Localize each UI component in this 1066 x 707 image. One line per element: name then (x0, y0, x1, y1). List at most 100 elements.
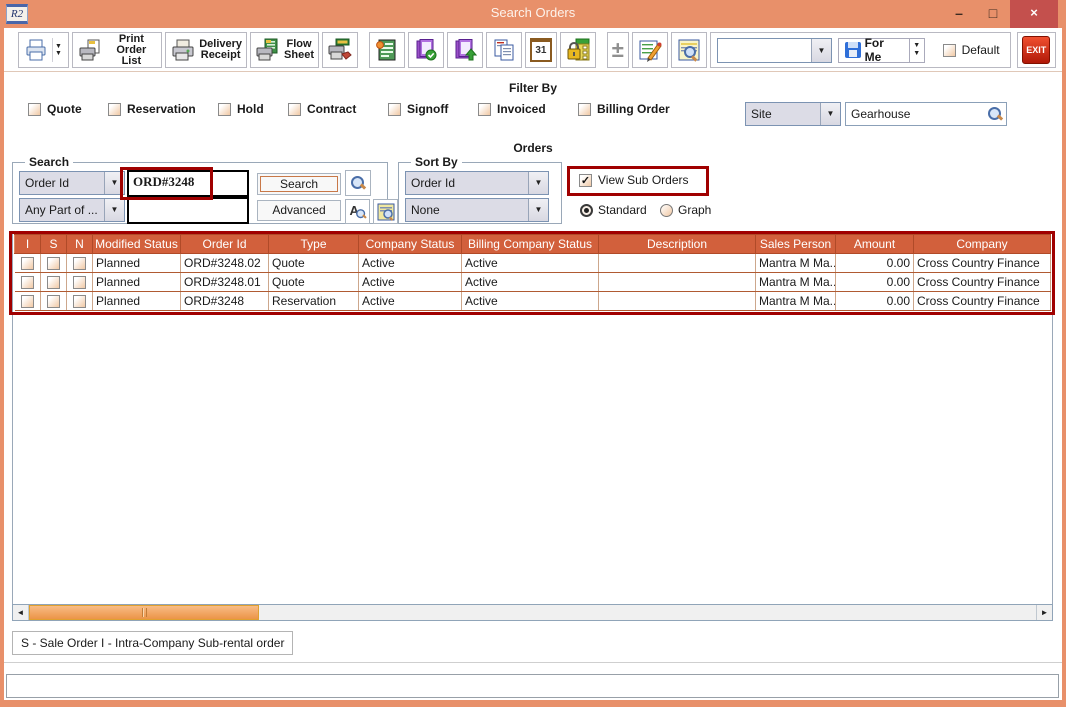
security-button[interactable] (560, 32, 596, 68)
flow-sheet-button[interactable]: FlowSheet (250, 32, 319, 68)
row2-s-cell[interactable] (41, 273, 67, 292)
col-n[interactable]: N (67, 235, 93, 254)
search-field1-combo-arrow-icon[interactable]: ▼ (104, 172, 124, 194)
copy-order-button[interactable] (486, 32, 522, 68)
sort-combo-2-arrow-icon[interactable]: ▼ (528, 199, 548, 221)
row1-n-cell[interactable] (67, 254, 93, 273)
delivery-receipt-button[interactable]: DeliveryReceipt (165, 32, 247, 68)
filter-reservation[interactable]: Reservation (108, 102, 196, 116)
site-combo[interactable]: Site ▼ (745, 102, 841, 126)
search-button[interactable]: Search (257, 173, 341, 195)
graph-radio[interactable] (660, 204, 673, 217)
site-search-field[interactable]: Gearhouse (845, 102, 1007, 126)
standard-radio-item[interactable]: Standard (580, 203, 647, 217)
site-combo-arrow-icon[interactable]: ▼ (820, 103, 840, 125)
row3-i-cell[interactable] (15, 292, 41, 311)
search-magnifier-button[interactable] (345, 170, 371, 196)
close-button[interactable]: × (1010, 0, 1058, 28)
col-company[interactable]: Company (914, 235, 1051, 254)
row3-n-cell[interactable] (67, 292, 93, 311)
scroll-left-arrow-icon[interactable]: ◄ (13, 605, 29, 620)
row2-s-checkbox[interactable] (47, 276, 60, 289)
row2-n-cell[interactable] (67, 273, 93, 292)
reservation-checkbox[interactable] (108, 103, 121, 116)
hold-checkbox[interactable] (218, 103, 231, 116)
scroll-right-arrow-icon[interactable]: ► (1036, 605, 1052, 620)
billing-order-checkbox[interactable] (578, 103, 591, 116)
advanced-find-button[interactable]: A (345, 199, 370, 224)
quote-checkbox[interactable] (28, 103, 41, 116)
order-confirm-button[interactable] (408, 32, 444, 68)
spinner-down-icon[interactable]: ▼ (913, 50, 920, 58)
col-description[interactable]: Description (599, 235, 756, 254)
print-split-arrows-icon[interactable]: ▼▼ (52, 38, 64, 62)
col-modified-status[interactable]: Modified Status (93, 235, 181, 254)
row1-n-checkbox[interactable] (73, 257, 86, 270)
view-sub-orders-checkbox[interactable]: ✓ (579, 174, 592, 187)
table-row[interactable]: Planned ORD#3248.01 Quote Active Active … (15, 273, 1051, 292)
row1-s-checkbox[interactable] (47, 257, 60, 270)
new-order-button[interactable] (369, 32, 405, 68)
row3-i-checkbox[interactable] (21, 295, 34, 308)
sort-combo-2[interactable]: None ▼ (405, 198, 549, 222)
row3-n-checkbox[interactable] (73, 295, 86, 308)
col-s[interactable]: S (41, 235, 67, 254)
col-sales-person[interactable]: Sales Person (756, 235, 836, 254)
spinner-up-icon[interactable]: ▼ (913, 42, 920, 50)
profile-combo[interactable]: ▼ (717, 38, 832, 63)
print-pick-list-button[interactable] (322, 32, 358, 68)
default-checkbox-box[interactable] (943, 44, 956, 57)
col-billing-company-status[interactable]: Billing Company Status (462, 235, 599, 254)
row3-s-cell[interactable] (41, 292, 67, 311)
horizontal-scrollbar[interactable]: ◄ ► (12, 604, 1053, 621)
print-button[interactable]: ▼▼ (18, 32, 69, 68)
graph-radio-item[interactable]: Graph (660, 203, 711, 217)
row2-n-checkbox[interactable] (73, 276, 86, 289)
search-value-input[interactable]: ORD#3248 (127, 170, 249, 197)
filter-quote[interactable]: Quote (28, 102, 82, 116)
calendar-button[interactable]: 31 (525, 32, 557, 68)
search-field2-combo-arrow-icon[interactable]: ▼ (104, 199, 124, 221)
print-order-list-button[interactable]: PrintOrder List (72, 32, 162, 68)
filter-invoiced[interactable]: Invoiced (478, 102, 546, 116)
view-sub-orders[interactable]: ✓ View Sub Orders (579, 173, 689, 187)
default-checkbox[interactable]: Default (943, 43, 1000, 57)
search-report-button[interactable] (373, 199, 398, 224)
search-value2-input[interactable] (127, 197, 249, 224)
col-type[interactable]: Type (269, 235, 359, 254)
for-me-button[interactable]: For Me (838, 38, 910, 63)
table-row[interactable]: Planned ORD#3248.02 Quote Active Active … (15, 254, 1051, 273)
sort-combo-1-arrow-icon[interactable]: ▼ (528, 172, 548, 194)
sort-combo-1[interactable]: Order Id ▼ (405, 171, 549, 195)
table-row[interactable]: Planned ORD#3248 Reservation Active Acti… (15, 292, 1051, 311)
edit-order-button[interactable] (632, 32, 668, 68)
row2-i-checkbox[interactable] (21, 276, 34, 289)
row3-s-checkbox[interactable] (47, 295, 60, 308)
view-order-button[interactable] (671, 32, 707, 68)
search-field1-combo[interactable]: Order Id ▼ (19, 171, 125, 195)
row1-i-checkbox[interactable] (21, 257, 34, 270)
row1-i-cell[interactable] (15, 254, 41, 273)
row2-i-cell[interactable] (15, 273, 41, 292)
col-amount[interactable]: Amount (836, 235, 914, 254)
filter-contract[interactable]: Contract (288, 102, 356, 116)
col-company-status[interactable]: Company Status (359, 235, 462, 254)
maximize-button[interactable]: □ (978, 0, 1008, 28)
signoff-checkbox[interactable] (388, 103, 401, 116)
advanced-button[interactable]: Advanced (257, 200, 341, 221)
col-order-id[interactable]: Order Id (181, 235, 269, 254)
site-search-magnifier-icon[interactable] (987, 106, 1003, 122)
scrollbar-thumb[interactable] (29, 605, 259, 620)
invoiced-checkbox[interactable] (478, 103, 491, 116)
col-i[interactable]: I (15, 235, 41, 254)
filter-billing-order[interactable]: Billing Order (578, 102, 670, 116)
minimize-button[interactable]: – (944, 0, 974, 28)
order-upload-button[interactable] (447, 32, 483, 68)
filter-hold[interactable]: Hold (218, 102, 264, 116)
contract-checkbox[interactable] (288, 103, 301, 116)
scrollbar-track[interactable] (29, 605, 1036, 620)
row1-s-cell[interactable] (41, 254, 67, 273)
for-me-spinner[interactable]: ▼ ▼ (910, 38, 925, 63)
search-field2-combo[interactable]: Any Part of ... ▼ (19, 198, 125, 222)
filter-signoff[interactable]: Signoff (388, 102, 448, 116)
